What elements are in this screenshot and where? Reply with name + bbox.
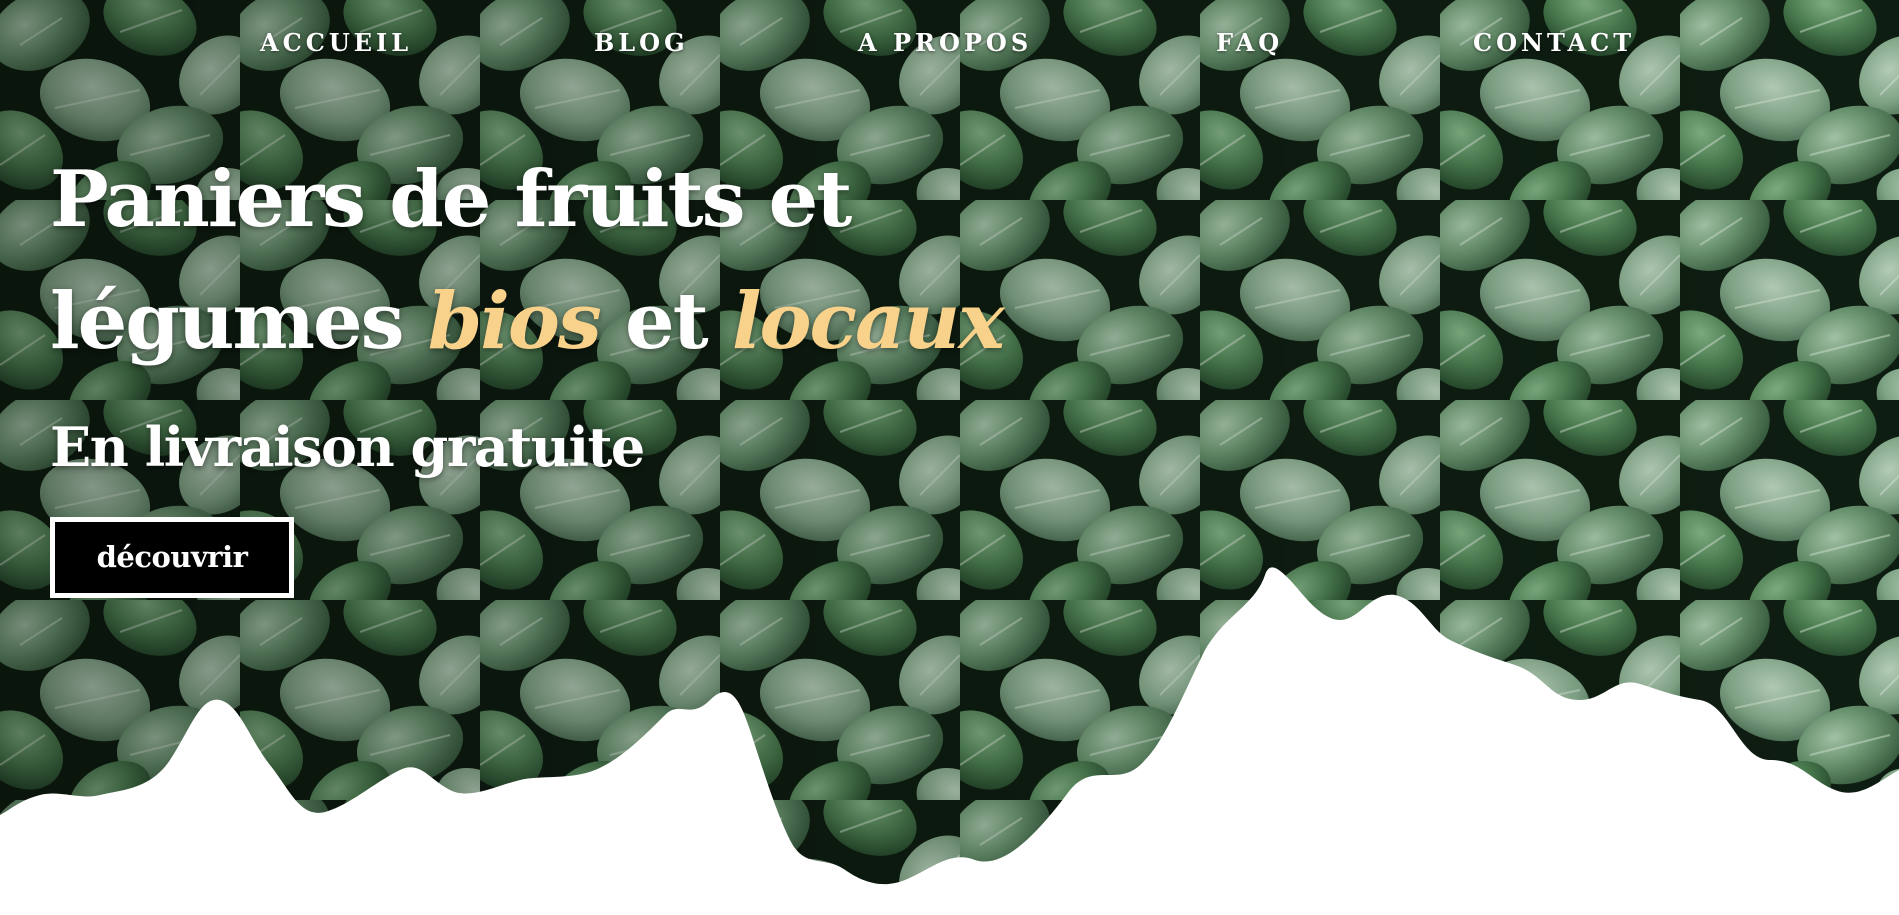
headline-text-et: et bbox=[599, 276, 732, 367]
hero-headline-line1: Paniers de fruits et bbox=[50, 154, 852, 245]
headline-accent-locaux: locaux bbox=[731, 276, 1005, 367]
nav-item-faq[interactable]: FAQ bbox=[1216, 28, 1283, 57]
headline-accent-bios: bios bbox=[427, 276, 602, 367]
nav-item-a-propos[interactable]: A PROPOS bbox=[858, 28, 1032, 57]
hero-headline: Paniers de fruits et légumes bios et loc… bbox=[50, 146, 1005, 390]
nav-item-accueil[interactable]: ACCUEIL bbox=[260, 28, 412, 57]
headline-text-legumes: légumes bbox=[50, 276, 428, 367]
main-navigation: ACCUEIL BLOG A PROPOS FAQ CONTACT bbox=[0, 28, 1899, 68]
nav-item-contact[interactable]: CONTACT bbox=[1473, 28, 1635, 57]
hero-headline-line2: légumes bios et locaux bbox=[50, 254, 1005, 390]
discover-button[interactable]: découvrir bbox=[50, 517, 294, 598]
hero-subtitle: En livraison gratuite bbox=[50, 415, 645, 479]
hero-page: ACCUEIL BLOG A PROPOS FAQ CONTACT Panier… bbox=[0, 0, 1899, 915]
nav-item-blog[interactable]: BLOG bbox=[594, 28, 689, 57]
